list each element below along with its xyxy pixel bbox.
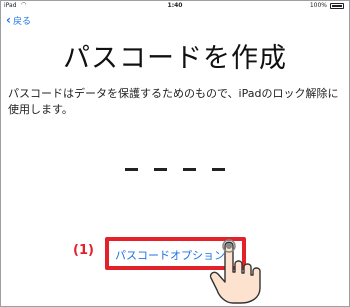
passcode-entry[interactable] [125,168,225,174]
status-time: 1:40 [167,2,183,9]
passcode-digit-slot [154,168,167,171]
passcode-digit-slot [183,168,196,171]
description-text: パスコードはデータを保護するためのもので、iPadのロック解除に使用します。 [8,87,339,116]
chevron-left-icon: ‹ [6,13,11,27]
battery-percent: 100% [309,2,327,9]
back-button-label: 戻る [12,16,31,27]
battery-icon [330,3,344,9]
page-title: パスコードを作成 [63,43,287,74]
pointing-hand-icon [209,239,261,304]
passcode-digit-slot [125,168,138,171]
passcode-digit-slot [212,168,225,171]
status-bar: iPad ◠ 1:40 100% [1,1,349,10]
step-label: (1) [73,243,94,258]
back-button[interactable]: ‹ 戻る [6,13,31,27]
